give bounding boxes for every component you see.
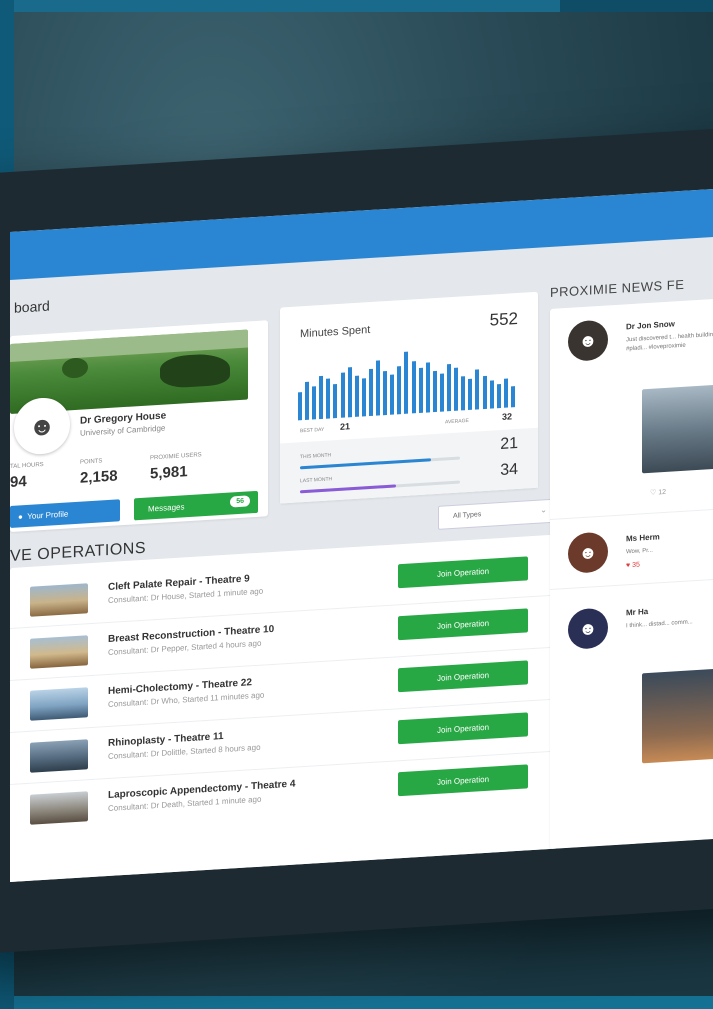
- news-author: Mr Ha: [626, 606, 649, 618]
- news-text: Just discovered t... health buildings...…: [626, 330, 713, 353]
- messages-button[interactable]: Messages 56: [134, 490, 258, 521]
- last-month-fill: [300, 484, 396, 494]
- minutes-bar: [298, 392, 302, 421]
- minutes-bar: [503, 378, 508, 408]
- news-author: Ms Herm: [626, 532, 660, 544]
- operation-thumbnail: [30, 791, 88, 825]
- news-likes[interactable]: ♡ 12: [650, 488, 666, 497]
- minutes-bar: [510, 386, 515, 408]
- minutes-bar: [454, 367, 459, 411]
- news-image[interactable]: [642, 666, 713, 764]
- minutes-bar: [425, 362, 430, 413]
- news-item: ☻ Ms Herm Wow, Pr... ♥ 35: [550, 510, 713, 590]
- minutes-bar: [496, 383, 501, 409]
- top-border-corner: [560, 0, 713, 12]
- minutes-bar: [461, 375, 466, 411]
- messages-count-badge: 56: [230, 495, 250, 508]
- this-month-fill: [300, 458, 432, 470]
- chevron-down-icon: ⌄: [540, 505, 547, 515]
- last-month-value: 34: [500, 460, 518, 480]
- avatar[interactable]: ☻: [568, 607, 608, 650]
- minutes-bar: [383, 370, 388, 416]
- join-operation-button[interactable]: Join Operation: [398, 660, 528, 693]
- this-month-label: THIS MONTH: [300, 452, 332, 461]
- minutes-spent-card: Minutes Spent 552 BEST DAY 21 AVERAGE 32…: [280, 291, 538, 504]
- minutes-bar: [397, 365, 402, 415]
- minutes-bar: [439, 373, 444, 412]
- minutes-bar: [368, 368, 373, 417]
- minutes-title: Minutes Spent: [300, 323, 371, 341]
- minutes-bar: [404, 351, 409, 414]
- operation-thumbnail: [30, 635, 88, 669]
- avatar[interactable]: ☻: [568, 531, 608, 574]
- minutes-bar: [361, 378, 366, 417]
- minutes-bar: [390, 374, 395, 415]
- minutes-value: 552: [489, 308, 518, 330]
- heart-icon: ♥: [626, 562, 631, 570]
- news-item: ☻ Dr Jon Snow Just discovered t... healt…: [550, 294, 713, 520]
- minutes-bar: [418, 368, 423, 414]
- stat-label-hours: TAL HOURS: [10, 461, 44, 471]
- news-item: ☻ Mr Ha I think... distad... comm...: [550, 585, 713, 839]
- minutes-bar: [312, 386, 317, 420]
- stat-value-points: 2,158: [80, 467, 118, 487]
- best-day-label: BEST DAY: [300, 426, 325, 435]
- minutes-bar: [432, 370, 437, 413]
- minutes-bar: [411, 361, 416, 414]
- breadcrumb: board: [14, 297, 50, 316]
- filter-selected-value: All Types: [453, 511, 482, 520]
- this-month-value: 21: [500, 434, 518, 454]
- join-operation-button[interactable]: Join Operation: [398, 764, 528, 797]
- average-label: AVERAGE: [445, 417, 469, 426]
- minutes-bar-chart: [298, 345, 518, 421]
- messages-label: Messages: [148, 501, 185, 514]
- average-value: 32: [502, 411, 513, 422]
- join-operation-button[interactable]: Join Operation: [398, 608, 528, 641]
- minutes-bar: [489, 380, 494, 409]
- news-feed-title: PROXIMIE NEWS FE: [550, 276, 685, 300]
- stat-value-hours: 94: [10, 472, 27, 492]
- stat-value-users: 5,981: [150, 463, 188, 483]
- operations-list: Cleft Palate Repair - Theatre 9 Consulta…: [10, 534, 556, 883]
- likes-count: 12: [658, 488, 667, 497]
- your-profile-label: Your Profile: [27, 508, 69, 521]
- last-month-label: LAST MONTH: [300, 476, 333, 485]
- minutes-bar: [340, 372, 345, 418]
- stat-label-points: POINTS: [80, 458, 103, 466]
- news-feed: ☻ Dr Jon Snow Just discovered t... healt…: [550, 294, 713, 849]
- minutes-bar: [354, 375, 359, 417]
- your-profile-button[interactable]: ● Your Profile: [10, 499, 120, 529]
- minutes-bar: [482, 375, 487, 410]
- minutes-bar: [376, 360, 381, 416]
- operation-thumbnail: [30, 739, 88, 773]
- monthly-comparison-panel: THIS MONTH 21 LAST MONTH 34: [280, 427, 538, 504]
- likes-count: 35: [632, 561, 640, 569]
- operation-thumbnail: [30, 583, 88, 617]
- top-navigation-bar: [10, 184, 713, 281]
- stat-label-users: PROXIMIE USERS: [150, 452, 202, 462]
- minutes-bar: [347, 367, 352, 418]
- news-likes[interactable]: ♥ 35: [626, 561, 640, 569]
- minutes-bar: [475, 369, 480, 410]
- minutes-bar: [447, 364, 452, 412]
- join-operation-button[interactable]: Join Operation: [398, 556, 528, 589]
- avatar[interactable]: ☻: [568, 319, 608, 362]
- tablet-device: board ☻ Dr Gregory House University of C…: [0, 124, 713, 956]
- minutes-bar: [468, 378, 473, 410]
- best-day-value: 21: [340, 421, 351, 432]
- operation-thumbnail: [30, 687, 88, 721]
- dashboard-screen: board ☻ Dr Gregory House University of C…: [10, 184, 713, 883]
- profile-card: ☻ Dr Gregory House University of Cambrid…: [10, 320, 268, 533]
- user-icon: ●: [18, 511, 28, 522]
- bottom-border: [14, 996, 713, 1009]
- news-author: Dr Jon Snow: [626, 319, 675, 332]
- news-image[interactable]: [642, 382, 713, 474]
- minutes-bar: [319, 376, 324, 420]
- minutes-bar: [326, 378, 331, 419]
- join-operation-button[interactable]: Join Operation: [398, 712, 528, 745]
- minutes-bar: [333, 383, 338, 419]
- minutes-bar: [305, 381, 310, 420]
- type-filter-select[interactable]: All Types ⌄: [438, 498, 558, 530]
- heart-icon: ♡: [650, 489, 657, 497]
